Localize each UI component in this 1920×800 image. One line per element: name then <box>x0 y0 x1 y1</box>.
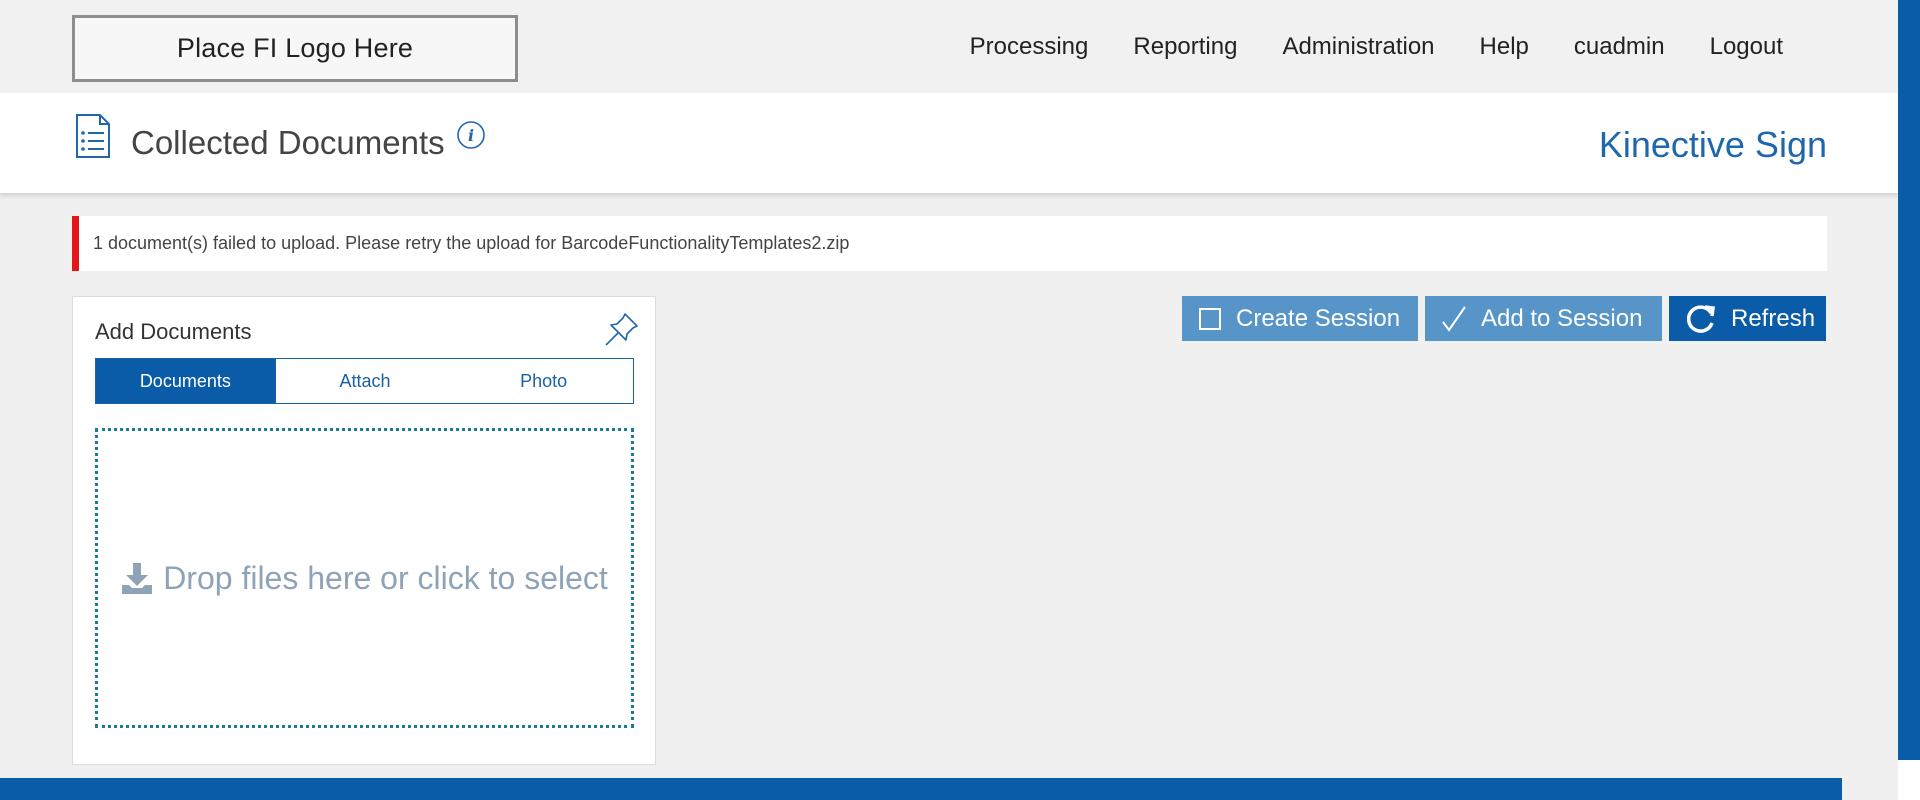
panel-title: Add Documents <box>95 319 252 344</box>
upload-error-alert: 1 document(s) failed to upload. Please r… <box>72 216 1827 271</box>
logo: Place FI Logo Here <box>72 15 518 82</box>
refresh-icon <box>1685 303 1717 335</box>
right-edge-bar <box>1898 0 1920 760</box>
nav-processing[interactable]: Processing <box>970 33 1089 61</box>
logo-text: Place FI Logo Here <box>176 33 414 63</box>
main-nav: Processing Reporting Administration Help… <box>970 33 1783 61</box>
create-session-label: Create Session <box>1236 304 1401 332</box>
checkmark-icon <box>1441 305 1467 333</box>
square-icon <box>1198 307 1222 331</box>
document-source-tabs: Documents Attach Photo <box>95 358 634 404</box>
info-icon[interactable]: i <box>456 120 486 155</box>
document-list-icon <box>74 113 112 164</box>
brand-name: Kinective Sign <box>1598 124 1827 165</box>
tab-documents[interactable]: Documents <box>96 359 276 403</box>
dropzone-text: Drop files here or click to select <box>163 559 608 596</box>
add-documents-panel: Add Documents Documents Attach Photo Dro… <box>72 296 656 765</box>
file-dropzone[interactable]: Drop files here or click to select <box>95 428 634 728</box>
refresh-button[interactable]: Refresh <box>1669 296 1826 341</box>
svg-text:i: i <box>468 126 474 145</box>
alert-message: 1 document(s) failed to upload. Please r… <box>93 233 850 253</box>
refresh-label: Refresh <box>1731 304 1816 332</box>
nav-user-account[interactable]: cuadmin <box>1574 33 1665 61</box>
create-session-button[interactable]: Create Session <box>1182 296 1418 341</box>
title-bar: Collected Documents i Kinective Sign <box>0 93 1898 193</box>
dropzone-content: Drop files here or click to select <box>121 560 608 597</box>
add-to-session-label: Add to Session <box>1481 304 1643 332</box>
nav-administration[interactable]: Administration <box>1282 33 1434 61</box>
right-edge-corner <box>1898 760 1920 800</box>
nav-logout[interactable]: Logout <box>1710 33 1783 61</box>
download-icon <box>121 561 153 595</box>
bottom-bar <box>0 778 1842 800</box>
tab-attach[interactable]: Attach <box>275 359 455 403</box>
nav-reporting[interactable]: Reporting <box>1133 33 1237 61</box>
add-to-session-button[interactable]: Add to Session <box>1425 296 1662 341</box>
pin-icon[interactable] <box>601 310 641 355</box>
top-bar: Place FI Logo Here Processing Reporting … <box>0 0 1898 93</box>
tab-photo[interactable]: Photo <box>454 359 634 403</box>
page: Place FI Logo Here Processing Reporting … <box>0 0 1920 800</box>
nav-help[interactable]: Help <box>1480 33 1529 61</box>
page-title: Collected Documents <box>131 124 445 161</box>
